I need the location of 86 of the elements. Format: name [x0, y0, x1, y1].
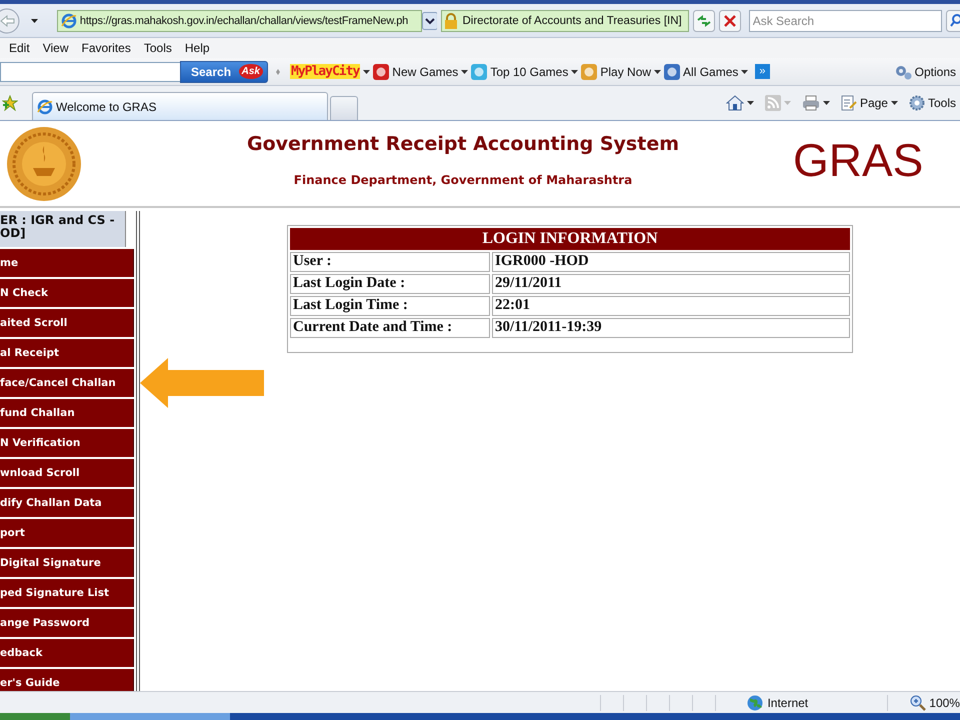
toolbar-link[interactable]: New Games [373, 64, 458, 80]
address-field[interactable]: https://gras.mahakosh.gov.in/echallan/challan/views/testFrameNew.ph [56, 10, 422, 32]
nav-item[interactable]: ange Password [0, 609, 134, 637]
caret-icon [890, 101, 898, 105]
nav-item[interactable]: Digital Signature [0, 549, 134, 577]
search-field[interactable]: Ask Search [748, 10, 942, 32]
table-cell: Last Login Time : [290, 296, 490, 316]
site-identity-text: Directorate of Accounts and Treasuries [IN] [462, 14, 682, 26]
page-icon [60, 12, 77, 28]
options-button[interactable]: Options [894, 64, 956, 80]
more-button[interactable]: » [755, 64, 770, 79]
nav-item[interactable]: me [0, 249, 134, 277]
site-title: Government Receipt Accounting System [246, 132, 680, 154]
site-identity[interactable]: Directorate of Accounts and Treasuries [IN] [441, 10, 689, 32]
caret-icon [363, 70, 370, 74]
table-cell: 29/11/2011 [492, 274, 850, 294]
stop-icon [718, 10, 741, 32]
menu-item[interactable]: View [42, 41, 78, 55]
table-header: LOGIN INFORMATION [290, 228, 850, 250]
zoom-level[interactable]: 100% [887, 694, 960, 710]
table-cell: User : [290, 252, 490, 272]
toolbar-link[interactable]: Play Now [581, 64, 652, 80]
table-cell: Current Date and Time : [290, 318, 490, 338]
gears-icon [894, 64, 912, 80]
caret-icon [461, 70, 468, 74]
toolbar-link[interactable]: All Games [664, 64, 738, 80]
nav-item[interactable]: N Verification [0, 429, 134, 457]
tools-menu[interactable]: Tools [908, 95, 956, 111]
caret-icon [784, 101, 791, 105]
refresh-icon [692, 10, 715, 32]
caret-icon [30, 18, 38, 22]
table-cell: 30/11/2011-19:39 [492, 318, 850, 338]
nav-item[interactable]: aited Scroll [0, 309, 134, 337]
search-icon [946, 10, 960, 32]
search-button[interactable]: Search Ask [180, 60, 268, 82]
globe-icon [747, 694, 764, 710]
new-tab-button[interactable] [330, 96, 358, 120]
game-icon [471, 64, 488, 80]
nav-item[interactable]: edback [0, 639, 134, 667]
favorites-star-icon [2, 95, 18, 111]
feed-icon [764, 95, 781, 111]
menu-item[interactable]: Edit [9, 41, 39, 55]
user-label: ER : IGR and CS - OD] [0, 211, 126, 247]
table-cell: 22:01 [492, 296, 850, 316]
browser-tab[interactable]: Welcome to GRAS [32, 92, 328, 120]
page-edit-icon [840, 95, 857, 111]
arrow-icon [140, 358, 266, 408]
caret-icon [654, 70, 662, 74]
nav-item[interactable]: N Check [0, 279, 134, 307]
page-icon [37, 98, 53, 114]
emblem-icon [5, 126, 83, 202]
gear-icon [908, 95, 925, 111]
game-icon [581, 64, 598, 80]
zoom-icon [910, 694, 926, 710]
table-cell: Last Login Date : [290, 274, 490, 294]
lock-icon [444, 12, 458, 28]
toolbar-link[interactable]: Top 10 Games [471, 64, 568, 80]
nav-item[interactable]: al Receipt [0, 339, 134, 367]
menu-item[interactable]: Help [184, 41, 219, 55]
game-icon [664, 64, 680, 80]
nav-item[interactable]: er's Guide [0, 669, 134, 691]
caret-icon [571, 70, 578, 74]
caret-icon [741, 70, 748, 74]
ask-logo: Ask [238, 64, 263, 79]
game-icon [373, 64, 390, 80]
brand-name: GRAS [793, 132, 924, 186]
nav-item[interactable]: ped Signature List [0, 579, 134, 607]
menu-item[interactable]: Tools [144, 41, 181, 55]
printer-icon [802, 95, 820, 111]
nav-item[interactable]: face/Cancel Challan [0, 369, 134, 397]
dropdown-icon [422, 12, 438, 30]
caret-icon [746, 101, 754, 105]
search-input[interactable] [0, 62, 180, 82]
home-icon [726, 95, 744, 111]
menu-item[interactable]: Favorites [81, 41, 140, 55]
security-zone: Internet [737, 694, 876, 710]
nav-item[interactable]: dify Challan Data [0, 489, 134, 517]
page-menu[interactable]: Page [840, 95, 888, 111]
nav-item[interactable]: port [0, 519, 134, 547]
caret-icon [822, 101, 830, 105]
nav-item[interactable]: wnload Scroll [0, 459, 134, 487]
brand-logo[interactable]: MyPlayCity [290, 64, 360, 79]
site-subtitle: Finance Department, Government of Maharashtra [294, 172, 632, 186]
nav-item[interactable]: fund Challan [0, 399, 134, 427]
table-cell: IGR000 -HOD [492, 252, 850, 272]
address-text: https://gras.mahakosh.gov.in/echallan/challan/views/testFrameNew.ph [80, 14, 408, 26]
